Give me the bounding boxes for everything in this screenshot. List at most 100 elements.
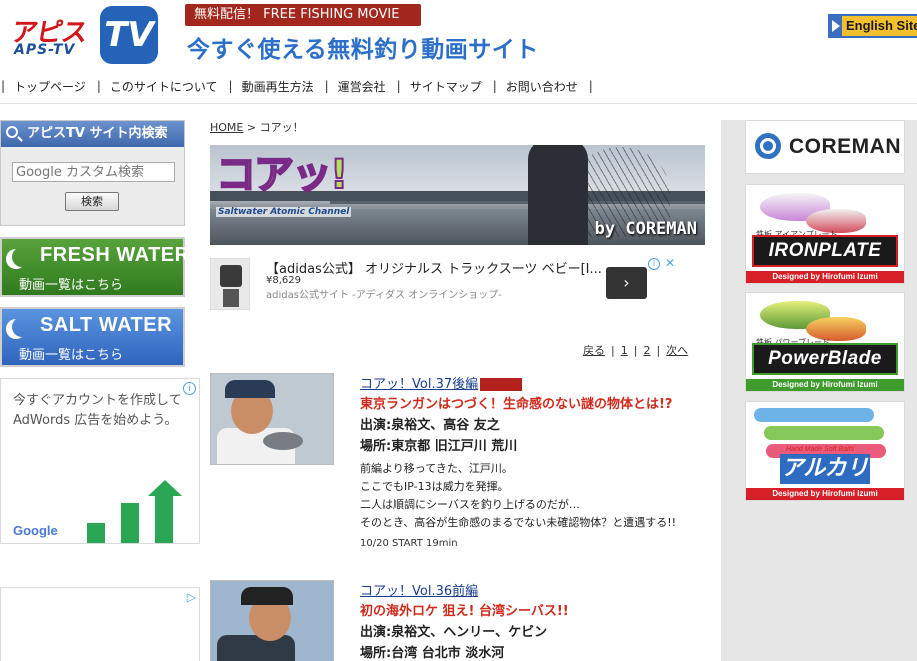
google-logo: Google bbox=[13, 523, 58, 538]
video-entry: コアッ！Vol.36前編 初の海外ロケ 狙え! 台湾シーバス!! 出演:泉裕文、… bbox=[210, 580, 710, 661]
arukari-banner[interactable]: アルカリ Hand Made Soft Baits Designed by Hi… bbox=[745, 401, 905, 501]
english-site-link[interactable]: English Site bbox=[828, 14, 917, 38]
moon-icon bbox=[12, 317, 32, 337]
softbait-image bbox=[754, 408, 874, 422]
video-cast: 出演:泉裕文、ヘンリー、ケビン bbox=[360, 625, 548, 640]
softbait-image bbox=[764, 426, 884, 440]
breadcrumb-current: コアッ！ bbox=[259, 121, 304, 134]
search-button[interactable]: 検索 bbox=[65, 192, 119, 211]
sponsor-sidebar: COREMAN 鉄板 アイアンプレート IRONPLATE Designed b… bbox=[721, 120, 917, 661]
nav-item-label: 動画再生方法 bbox=[241, 79, 314, 94]
nav-item-about[interactable]: | このサイトについて bbox=[97, 78, 229, 95]
site-header: アピス APS-TV TV 無料配信！ FREE FISHING MOVIE 今… bbox=[0, 0, 917, 72]
video-subtitle: 東京ランガンはつづく！生命感のない謎の物体とは!? bbox=[360, 397, 673, 412]
fresh-water-title: FRESH WATER bbox=[40, 244, 190, 266]
site-logo[interactable]: アピス APS-TV TV bbox=[8, 4, 158, 66]
adidas-ad[interactable]: 【adidas公式】 オリジナルス トラックスーツ ベビー[I... ¥8,62… bbox=[210, 256, 677, 313]
salt-water-button[interactable]: SALT WATER 動画一覧はこちら bbox=[0, 307, 185, 367]
salt-water-title: SALT WATER bbox=[40, 314, 173, 336]
fresh-water-subtitle: 動画一覧はこちら bbox=[19, 278, 124, 293]
coreman-logo-icon bbox=[755, 133, 781, 159]
arrow-up-icon bbox=[148, 480, 182, 496]
program-hero-banner: コアッ! Saltwater Atomic Channel by COREMAN bbox=[210, 145, 705, 245]
pager-page-1[interactable]: 1 bbox=[621, 344, 628, 357]
ad-close-icon[interactable]: ✕ bbox=[665, 256, 675, 270]
coreman-name: COREMAN bbox=[789, 135, 901, 158]
breadcrumb-separator: > bbox=[246, 121, 257, 134]
fresh-water-button[interactable]: FRESH WATER 動画一覧はこちら bbox=[0, 237, 189, 297]
video-meta: 10/20 START 19min bbox=[360, 538, 458, 549]
video-subtitle: 初の海外ロケ 狙え! 台湾シーバス!! bbox=[360, 604, 569, 619]
ad-text-line: AdWords 広告を始めよう。 bbox=[13, 413, 178, 428]
chart-bar-icon bbox=[155, 495, 173, 543]
ad-price: ¥8,629 bbox=[266, 275, 301, 286]
nav-item-sitemap[interactable]: | サイトマップ bbox=[397, 78, 493, 95]
nav-item-label: トップページ bbox=[14, 79, 86, 94]
ironplate-banner[interactable]: 鉄板 アイアンプレート IRONPLATE Designed by Hirofu… bbox=[745, 184, 905, 284]
breadcrumb-home-link[interactable]: HOME bbox=[210, 121, 243, 134]
arrow-right-icon bbox=[832, 20, 840, 32]
salt-water-subtitle: 動画一覧はこちら bbox=[19, 348, 124, 363]
english-site-label: English Site bbox=[842, 16, 917, 36]
ad-headline[interactable]: 【adidas公式】 オリジナルス トラックスーツ ベビー[I... bbox=[266, 258, 602, 277]
program-logo-text: コアッ! bbox=[215, 151, 349, 199]
designer-credit: Designed by Hirofumi Izumi bbox=[746, 488, 904, 500]
nav-end-separator: | bbox=[588, 79, 593, 93]
sidebar-ad-2[interactable]: ▷ bbox=[0, 587, 200, 661]
video-location: 場所:台湾 台北市 淡水河 bbox=[360, 646, 505, 661]
hero-angler bbox=[528, 145, 588, 245]
search-box-title: アピスTV サイト内検索 bbox=[1, 121, 184, 147]
designer-credit: Designed by Hirofumi Izumi bbox=[746, 379, 904, 391]
designer-credit: Designed by Hirofumi Izumi bbox=[746, 271, 904, 283]
video-location: 場所:東京都 旧江戸川 荒川 bbox=[360, 439, 518, 454]
video-thumbnail[interactable] bbox=[210, 580, 334, 661]
chart-bar-icon bbox=[121, 503, 139, 543]
site-search-box: アピスTV サイト内検索 検索 bbox=[0, 120, 185, 226]
coreman-banner[interactable]: COREMAN bbox=[745, 120, 905, 174]
ad-text-line: 今すぐアカウントを作成して bbox=[13, 393, 182, 408]
logo-sub-text: APS-TV bbox=[14, 42, 76, 58]
nav-item-company[interactable]: | 運営会社 bbox=[325, 78, 397, 95]
ad-info-icon[interactable]: i bbox=[648, 258, 660, 270]
breadcrumb: HOME > コアッ！ bbox=[210, 119, 304, 135]
nav-item-playback[interactable]: | 動画再生方法 bbox=[229, 78, 325, 95]
program-logo-subtitle: Saltwater Atomic Channel bbox=[216, 207, 352, 217]
ad-source: adidas公式サイト -アディダス オンラインショップ- bbox=[266, 290, 502, 301]
search-input[interactable] bbox=[12, 162, 175, 182]
adwords-ad[interactable]: i 今すぐアカウントを作成して AdWords 広告を始めよう。 Google bbox=[0, 378, 200, 544]
pager-back-link[interactable]: 戻る bbox=[583, 344, 605, 357]
powerblade-name: PowerBlade bbox=[752, 343, 898, 375]
global-nav: | トップページ | このサイトについて | 動画再生方法 | 運営会社 | サイトマップ… bbox=[0, 72, 917, 104]
powerblade-banner[interactable]: 鉄板 パワーブレード PowerBlade Designed by Hirofu… bbox=[745, 292, 905, 392]
logo-tv-mark: TV bbox=[100, 6, 158, 64]
pager-next-link[interactable]: 次へ bbox=[666, 344, 688, 357]
ad-go-button[interactable]: › bbox=[606, 267, 647, 299]
ironplate-name: IRONPLATE bbox=[752, 235, 898, 267]
free-movie-badge: 無料配信！ FREE FISHING MOVIE bbox=[185, 4, 421, 26]
ad-product-image[interactable] bbox=[210, 258, 250, 310]
ad-info-icon[interactable]: i bbox=[183, 382, 196, 395]
chart-bar-icon bbox=[87, 523, 105, 543]
video-cast: 出演:泉裕文、高谷 友之 bbox=[360, 418, 500, 433]
nav-item-label: お問い合わせ bbox=[505, 79, 578, 94]
video-title-link[interactable]: コアッ！Vol.37後編 bbox=[360, 373, 523, 392]
arukari-name: アルカリ bbox=[780, 454, 870, 484]
hero-by-label: by COREMAN bbox=[594, 219, 697, 239]
ad-text: 今すぐアカウントを作成して AdWords 広告を始めよう。 bbox=[13, 391, 182, 431]
arukari-subtitle: Hand Made Soft Baits bbox=[786, 446, 855, 453]
program-logo: コアッ! Saltwater Atomic Channel bbox=[215, 151, 366, 217]
pagination: 戻る | 1 | 2 | 次へ bbox=[583, 344, 689, 357]
video-entry: コアッ！Vol.37後編 東京ランガンはつづく！生命感のない謎の物体とは!? 出… bbox=[210, 373, 710, 563]
video-description: 前編より移ってきた、江戸川。 ここでもIP-13は威力を発揮。 二人は順調にシー… bbox=[360, 462, 677, 529]
search-box-title-text: アピスTV サイト内検索 bbox=[27, 126, 168, 141]
search-icon bbox=[6, 126, 18, 138]
moon-icon bbox=[12, 247, 32, 267]
nav-item-top[interactable]: | トップページ bbox=[1, 78, 97, 95]
ad-choices-icon[interactable]: ▷ bbox=[187, 590, 196, 604]
nav-item-label: このサイトについて bbox=[109, 79, 218, 94]
nav-item-contact[interactable]: | お問い合わせ bbox=[493, 78, 589, 95]
new-badge bbox=[480, 378, 523, 391]
video-thumbnail[interactable] bbox=[210, 373, 334, 465]
site-tagline: 今すぐ使える無料釣り動画サイト bbox=[187, 37, 539, 63]
video-title-link[interactable]: コアッ！Vol.36前編 bbox=[360, 580, 478, 599]
